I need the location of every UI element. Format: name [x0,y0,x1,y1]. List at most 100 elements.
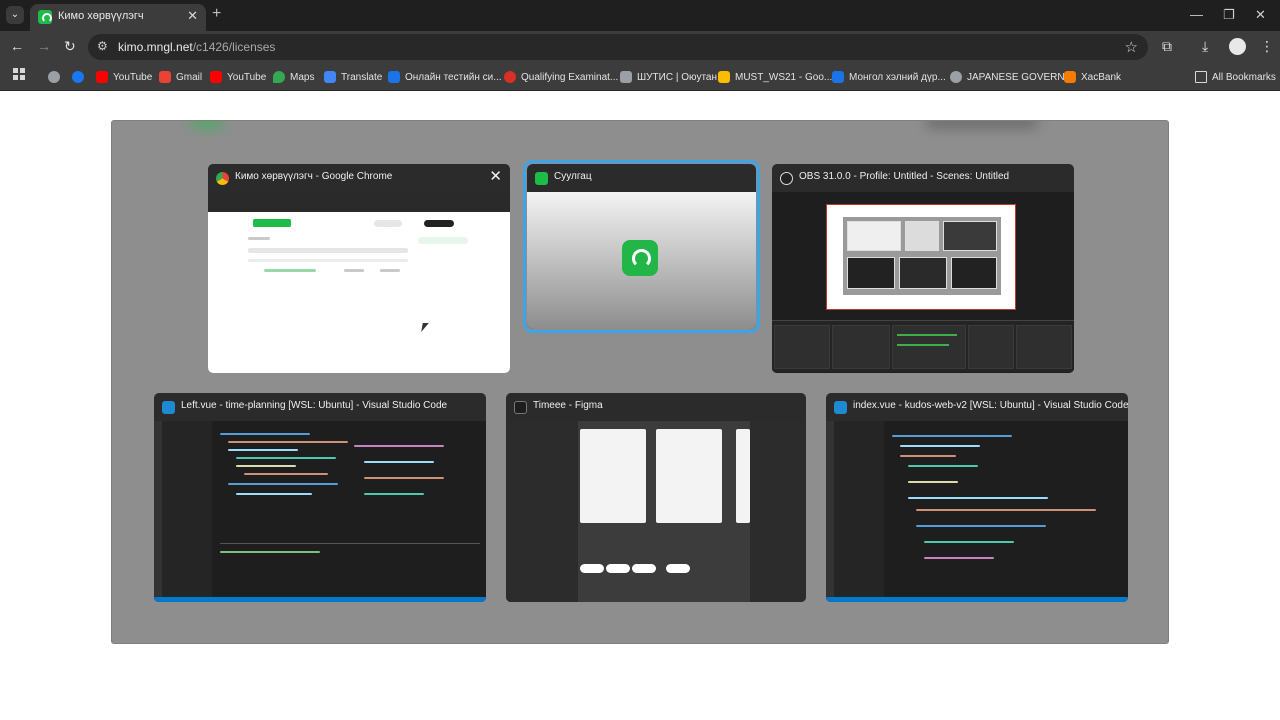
explorer-sidebar [826,421,884,602]
menu-kebab-icon[interactable]: ⋮ [1260,38,1274,55]
minimize-icon[interactable]: — [1190,7,1203,22]
code-line [244,473,328,475]
all-bookmarks[interactable]: All Bookmarks [1195,69,1276,85]
code-line [900,455,956,457]
window-card-header: index.vue - kudos-web-v2 [WSL: Ubuntu] -… [826,393,1128,421]
figma-chip [580,564,604,573]
figma-frame [656,429,722,523]
audio-meter [897,344,949,346]
download-icon[interactable]: ⤓ [1202,38,1208,55]
window-card-figma[interactable]: Timeee - Figma [506,393,806,602]
bookmark-item[interactable]: Онлайн тестийн си... [388,69,502,85]
mouse-cursor-icon [421,323,429,332]
address-bar[interactable]: ⚙ kimo.mngl.net/c1426/licenses ☆ [88,34,1148,60]
thumbnail-row [248,259,408,262]
thumbnail-button [374,220,402,227]
apps-grid-icon[interactable] [13,68,25,80]
chrome-icon [216,172,229,185]
code-line [236,457,336,459]
thumbnail-row [380,269,400,272]
gmail-icon [159,71,171,83]
window-card-vscode-index[interactable]: index.vue - kudos-web-v2 [WSL: Ubuntu] -… [826,393,1128,602]
bookmark-item[interactable]: MUST_WS21 - Goo... [718,69,832,85]
site-icon [504,71,516,83]
terminal-divider [220,543,480,544]
window-thumbnail [772,192,1074,373]
figma-chip [606,564,630,573]
browser-tab-active[interactable]: Кимо хөрвүүлэгч ✕ [30,4,206,31]
bookmark-item[interactable]: Gmail [159,69,202,85]
figma-layers-panel [506,421,578,602]
new-tab-plus-icon[interactable]: + [212,5,221,23]
bookmarks-bar: YouTube Gmail YouTube Maps Translate Онл… [0,63,1280,91]
bookmark-item[interactable]: Qualifying Examinat... [504,69,618,85]
status-bar [154,597,486,602]
folder-icon [1195,71,1207,83]
thumbnail-row [344,269,364,272]
back-arrow-icon[interactable]: ← [10,38,24,54]
site-settings-icon[interactable]: ⚙ [97,39,108,53]
blurred-background [927,121,1037,129]
preview-window [943,221,997,251]
thumbnail-logo [253,219,291,227]
preview-window [847,221,901,251]
globe-icon [48,71,60,83]
obs-controls-panel [1016,325,1072,369]
window-card-header: Timeee - Figma [506,393,806,421]
youtube-icon [210,71,222,83]
preview-window [899,257,947,289]
status-bar [826,597,1128,602]
url-text: kimo.mngl.net/c1426/licenses [118,40,276,54]
reload-icon[interactable]: ↻ [64,38,76,55]
bookmark-globe[interactable] [48,69,65,85]
window-card-obs[interactable]: OBS 31.0.0 - Profile: Untitled - Scenes:… [772,164,1074,373]
obs-preview-content [843,217,1001,295]
profile-avatar[interactable] [1229,38,1246,55]
restore-icon[interactable]: ❐ [1223,7,1235,23]
thumbnail-menu [418,237,468,244]
window-card-header: Кимо хөрвүүлэгч - Google Chrome ✕ [208,164,510,192]
bookmark-item[interactable]: YouTube [210,69,266,85]
thumbnail-button [424,220,454,227]
bookmark-item[interactable]: JAPANESE GOVERN... [950,69,1073,85]
extensions-puzzle-icon[interactable]: ⧉ [1162,38,1172,55]
obs-preview-canvas [826,204,1016,310]
bookmark-item[interactable]: YouTube [96,69,152,85]
close-icon[interactable]: ✕ [187,8,198,24]
forward-arrow-icon[interactable]: → [37,38,51,54]
preview-window [905,221,939,251]
code-line [908,497,1048,499]
youtube-icon [96,71,108,83]
bookmark-facebook[interactable] [72,69,89,85]
window-close-icon[interactable]: ✕ [1255,7,1266,23]
window-title: Timeee - Figma [533,400,603,411]
figma-frame [736,429,750,523]
window-card-header: Left.vue - time-planning [WSL: Ubuntu] -… [154,393,486,421]
code-line [908,481,958,483]
activity-bar [154,421,162,602]
bookmark-item[interactable]: ШУТИС | Оюутан [620,69,717,85]
bookmark-item[interactable]: Maps [273,69,314,85]
window-card-chrome[interactable]: Кимо хөрвүүлэгч - Google Chrome ✕ [208,164,510,373]
bookmark-item[interactable]: XacBank [1064,69,1121,85]
window-card-vscode-left[interactable]: Left.vue - time-planning [WSL: Ubuntu] -… [154,393,486,602]
audio-meter [897,334,957,336]
preview-window [951,257,997,289]
thumbnail-input [248,248,408,253]
window-title: Суулгац [554,171,592,182]
bookmark-star-icon[interactable]: ☆ [1125,38,1138,56]
site-icon [832,71,844,83]
close-icon[interactable]: ✕ [489,169,502,184]
code-line [892,435,1012,437]
vscode-icon [162,401,175,414]
bookmark-item[interactable]: Translate [324,69,382,85]
window-card-suulgats[interactable]: Суулгац [523,160,760,333]
globe-icon [950,71,962,83]
code-line [364,493,424,495]
tab-search-chevron-icon[interactable]: ⌄ [6,6,24,24]
window-title: Left.vue - time-planning [WSL: Ubuntu] -… [181,400,448,411]
thumbnail-row [264,269,316,272]
bookmark-item[interactable]: Монгол хэлний дүр... [832,69,946,85]
window-thumbnail [826,421,1128,602]
obs-scenes-panel [774,325,830,369]
